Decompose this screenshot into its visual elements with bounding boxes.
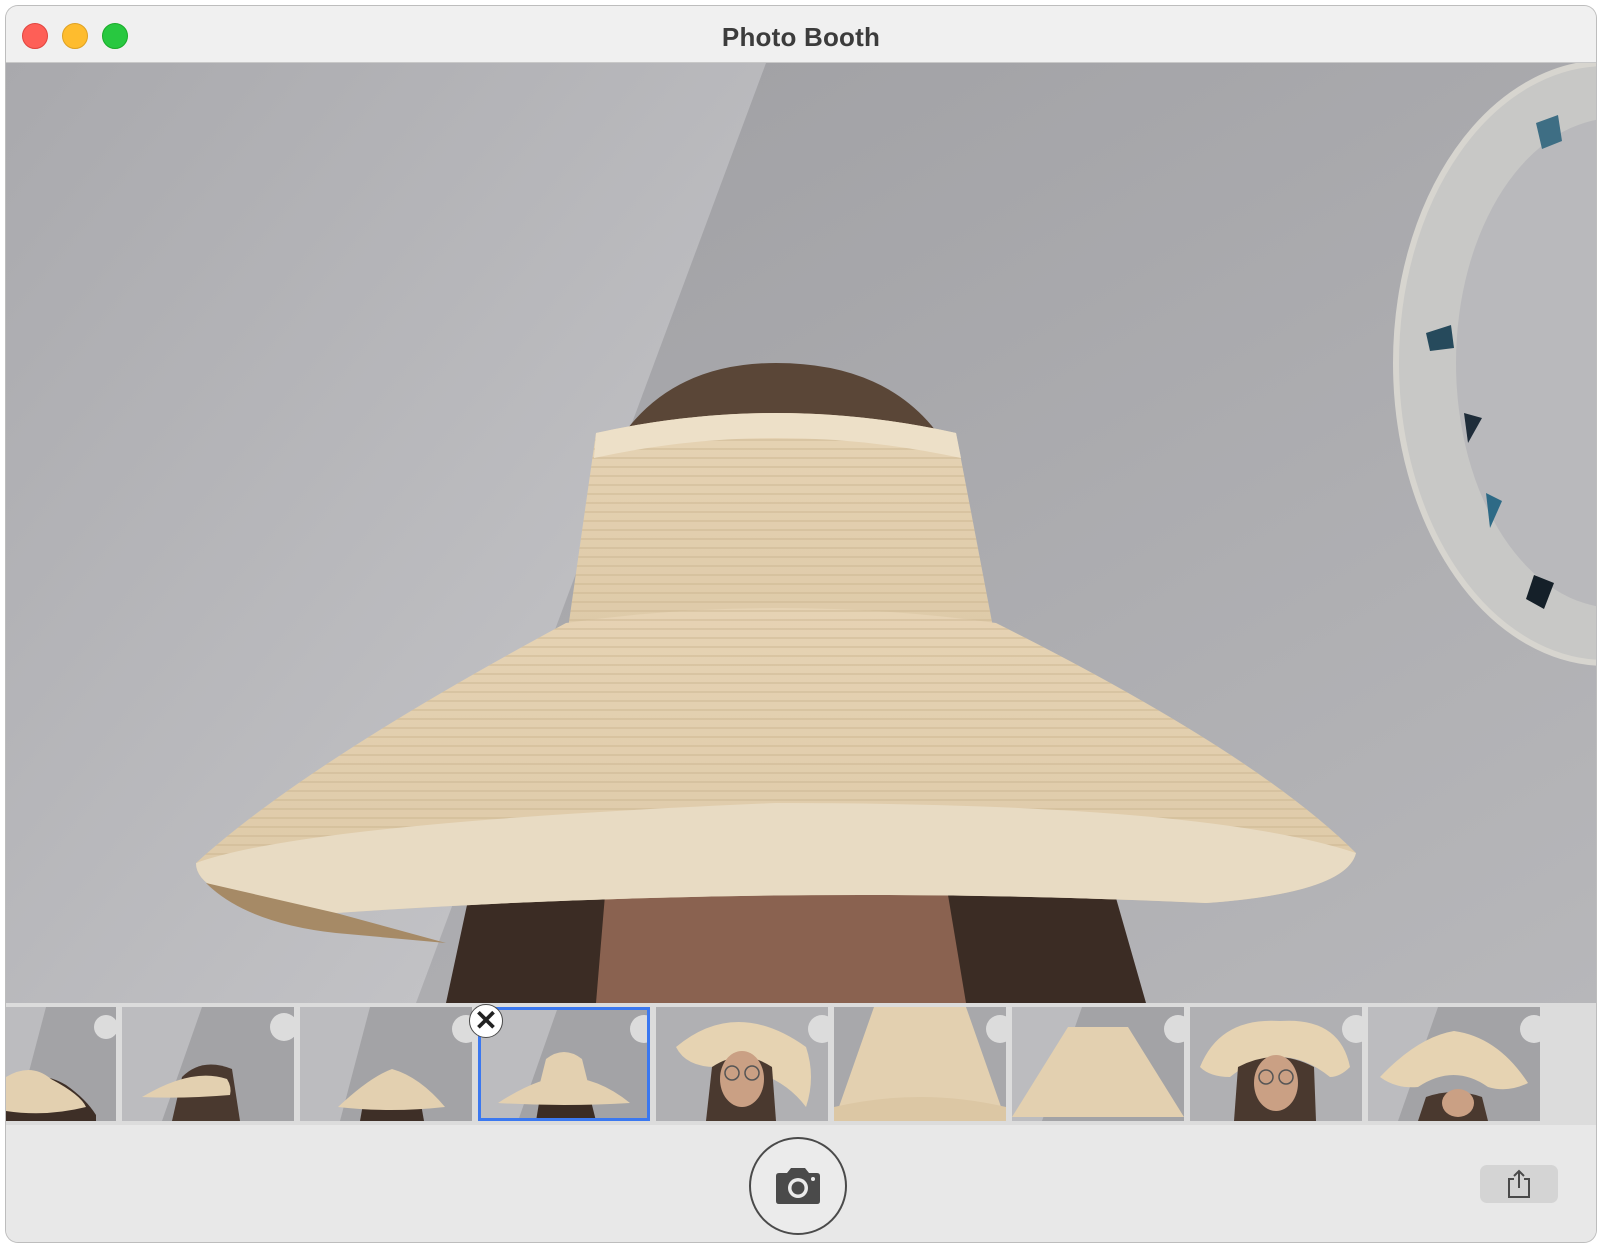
thumbnail[interactable] xyxy=(6,1007,116,1121)
thumbnail[interactable] xyxy=(1368,1007,1540,1121)
share-icon xyxy=(1508,1169,1530,1198)
thumbnail[interactable] xyxy=(1190,1007,1362,1121)
title-bar[interactable]: Photo Booth xyxy=(6,6,1596,63)
camera-preview xyxy=(6,63,1596,1003)
take-photo-button[interactable] xyxy=(749,1137,847,1235)
thumbnail[interactable] xyxy=(1012,1007,1184,1121)
thumbnail[interactable] xyxy=(300,1007,472,1121)
photo-booth-window: Photo Booth ✕ xyxy=(6,6,1596,1242)
thumbnail[interactable] xyxy=(122,1007,294,1121)
photo-strip[interactable] xyxy=(6,1003,1596,1125)
toolbar xyxy=(6,1125,1596,1242)
share-button[interactable] xyxy=(1480,1165,1558,1203)
thumbnail-selected[interactable] xyxy=(478,1007,650,1121)
thumbnail[interactable] xyxy=(834,1007,1006,1121)
camera-icon xyxy=(776,1168,820,1204)
window-title: Photo Booth xyxy=(721,22,881,52)
thumbnail[interactable] xyxy=(656,1007,828,1121)
close-icon[interactable]: ✕ xyxy=(469,1004,503,1038)
